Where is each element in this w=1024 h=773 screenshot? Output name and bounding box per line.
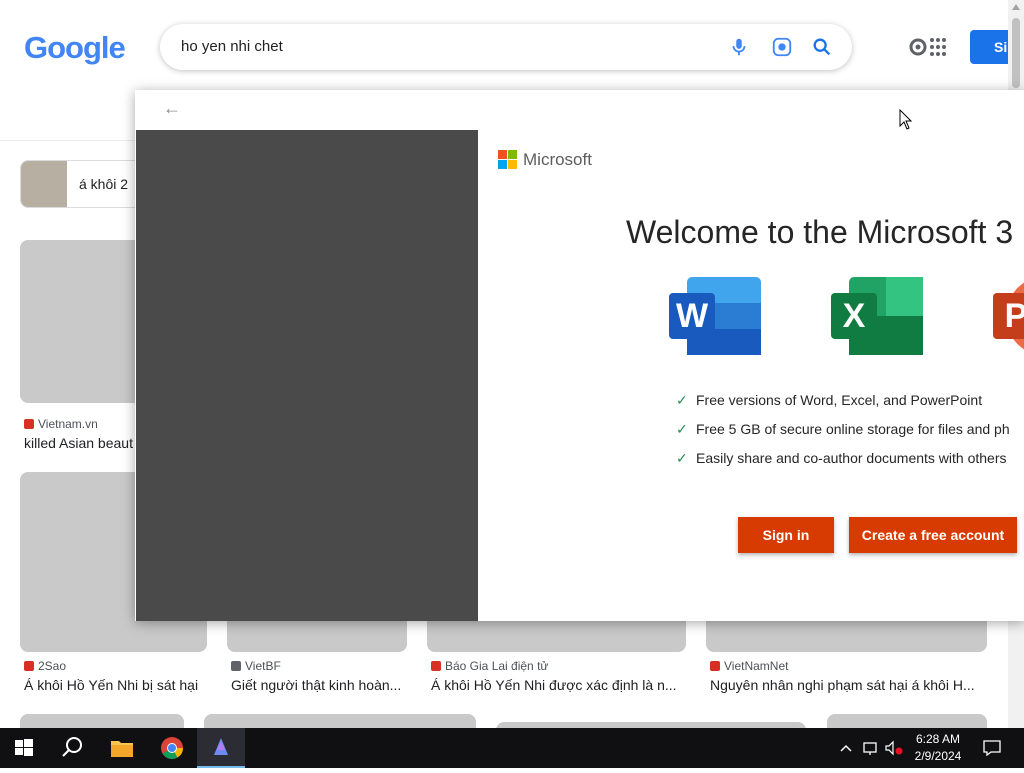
search-icon[interactable] — [811, 36, 833, 58]
source-favicon — [431, 661, 441, 671]
microphone-icon[interactable] — [728, 36, 750, 58]
checkmark-icon: ✓ — [676, 392, 688, 408]
create-free-account-button[interactable]: Create a free account — [849, 517, 1017, 553]
microsoft-brand-text: Microsoft — [523, 150, 592, 169]
excel-app-icon: X — [831, 277, 923, 355]
windows-start-icon[interactable] — [0, 728, 48, 768]
suggestion-label: á khôi 2 — [79, 176, 129, 192]
clock-date: 2/9/2024 — [914, 749, 962, 763]
source-favicon — [231, 661, 241, 671]
windows-taskbar: 6:28 AM 2/9/2024 — [0, 728, 1024, 768]
feature-item: ✓ Easily share and co-author documents w… — [676, 450, 1007, 466]
suggestion-image-placeholder — [21, 161, 67, 207]
result-image-placeholder[interactable] — [20, 714, 184, 728]
checkmark-icon: ✓ — [676, 450, 688, 466]
copilot-app-icon — [214, 738, 228, 755]
action-center-icon[interactable] — [982, 739, 1002, 757]
back-arrow-icon[interactable]: ← — [163, 98, 181, 119]
result-title[interactable]: Á khôi Hồ Yến Nhi được xác định là n... — [431, 677, 686, 693]
feature-item: ✓ Free 5 GB of secure online storage for… — [676, 421, 1010, 437]
result-source[interactable]: Báo Gia Lai điện tử — [431, 659, 548, 673]
welcome-heading: Welcome to the Microsoft 3 — [626, 214, 1014, 250]
result-image-placeholder[interactable] — [827, 714, 987, 728]
svg-text:X: X — [843, 297, 866, 335]
result-source[interactable]: VietBF — [231, 659, 281, 673]
result-source[interactable]: Vietnam.vn — [24, 417, 98, 431]
chrome-browser-icon[interactable] — [148, 728, 196, 768]
scrollbar-thumb[interactable] — [1012, 18, 1020, 88]
word-app-icon: W — [669, 277, 761, 355]
camera-lens-icon[interactable] — [771, 36, 793, 58]
show-hidden-icons-chevron[interactable] — [838, 741, 854, 755]
volume-muted-icon[interactable] — [884, 740, 904, 756]
google-logo[interactable]: Google — [24, 30, 126, 66]
search-box[interactable]: ho yen nhi chet — [160, 24, 852, 70]
result-source[interactable]: VietNamNet — [710, 659, 788, 673]
source-favicon — [710, 661, 720, 671]
google-sign-in-button[interactable]: Si — [970, 30, 1008, 64]
svg-text:P: P — [1005, 297, 1024, 335]
feature-item: ✓ Free versions of Word, Excel, and Powe… — [676, 392, 983, 408]
microsoft-welcome-dialog: ← Microsoft Welcome to the Microsoft 3 W… — [135, 90, 1024, 621]
result-title[interactable]: Á khôi Hồ Yến Nhi bị sát hại — [24, 677, 214, 693]
checkmark-icon: ✓ — [676, 421, 688, 437]
taskbar-active-app[interactable] — [197, 728, 245, 768]
sign-in-button[interactable]: Sign in — [738, 517, 834, 553]
result-source[interactable]: 2Sao — [24, 659, 66, 673]
scroll-up-arrow-icon[interactable] — [1012, 4, 1020, 10]
settings-gear-icon[interactable] — [908, 36, 948, 58]
network-icon[interactable] — [862, 740, 880, 756]
source-favicon — [24, 661, 34, 671]
result-title[interactable]: Nguyên nhân nghi phạm sát hại á khôi H..… — [710, 677, 985, 693]
search-icon[interactable] — [48, 728, 96, 768]
result-title[interactable]: Giết người thật kinh hoàn... — [231, 677, 411, 693]
result-image-placeholder[interactable] — [204, 714, 476, 728]
search-query-text[interactable]: ho yen nhi chet — [181, 38, 283, 55]
mouse-cursor-icon — [899, 109, 913, 130]
source-favicon — [24, 419, 34, 429]
microsoft-squares-icon — [498, 150, 518, 170]
file-explorer-icon[interactable] — [98, 728, 146, 768]
powerpoint-app-icon: P — [993, 282, 1024, 350]
clock-time: 6:28 AM — [915, 732, 961, 746]
dialog-side-photo-placeholder — [136, 130, 478, 621]
svg-text:W: W — [676, 297, 709, 335]
system-clock[interactable]: 6:28 AM 2/9/2024 — [906, 731, 970, 765]
result-title[interactable]: killed Asian beaut — [24, 435, 139, 451]
